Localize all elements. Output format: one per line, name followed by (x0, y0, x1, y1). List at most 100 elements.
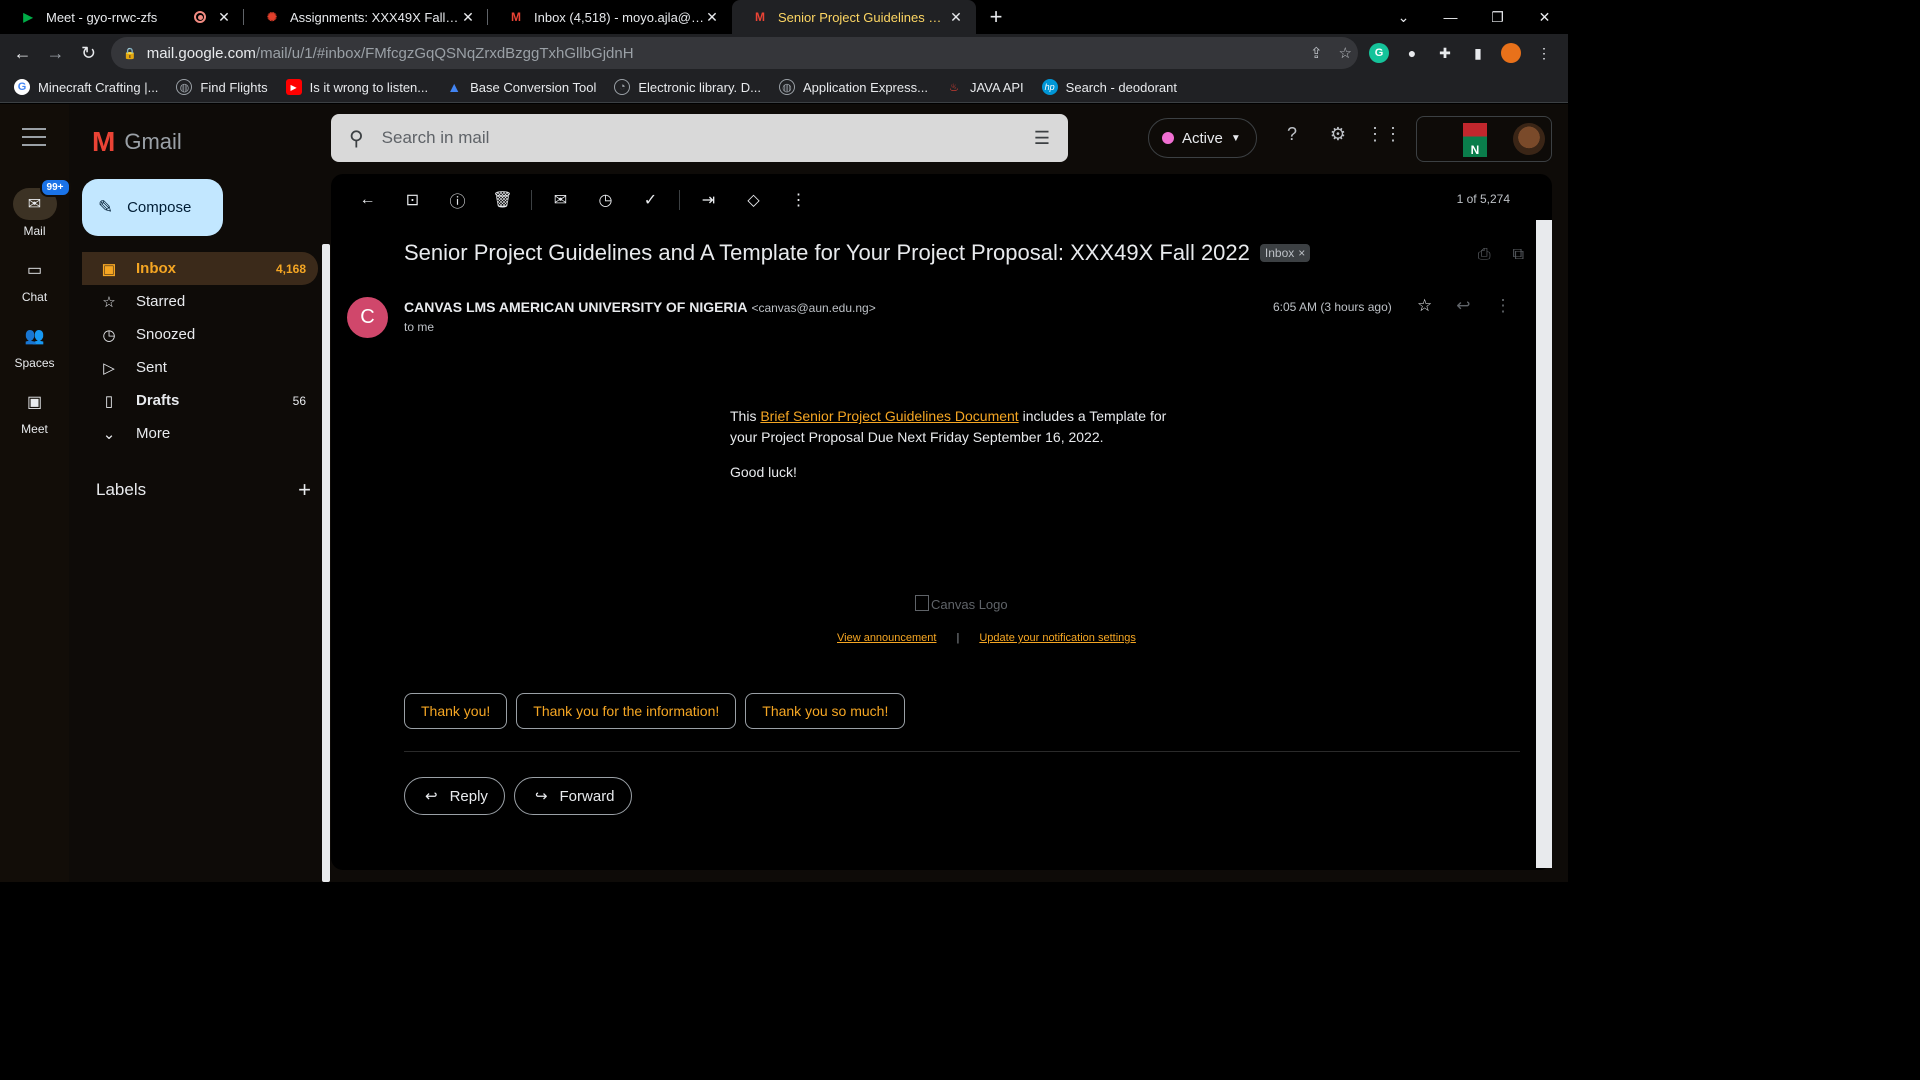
bookmark-label: JAVA API (969, 79, 1024, 95)
compose-button[interactable]: ✎ Compose (82, 179, 223, 236)
bookmark-item[interactable]: ♨ JAVA API (946, 79, 1024, 95)
print-icon[interactable]: ⎙ (1478, 246, 1491, 264)
bookmark-item[interactable]: ▶ Is it wrong to listen... (285, 79, 428, 95)
rail-mail[interactable]: ✉ 99+ Mail (0, 178, 71, 238)
sender-avatar[interactable]: C (347, 297, 388, 338)
close-tab-icon[interactable]: ✕ (460, 9, 476, 26)
message-panel: ← ⊡ ⓘ 🗑 ✉ ◷ ✓ ⇥ ◇ ⋮ 1 of 5,274 Senior Pr… (331, 174, 1552, 870)
notification-settings-link[interactable]: Update your notification settings (979, 632, 1136, 644)
tab-inbox[interactable]: M Inbox (4,518) - moyo.ajla@gmail.com ✕ (488, 0, 732, 34)
bookmark-item[interactable]: ◍ Find Flights (176, 79, 268, 95)
guidelines-link[interactable]: Brief Senior Project Guidelines Document (760, 408, 1018, 424)
share-icon[interactable]: ⇪ (1310, 44, 1323, 62)
back-icon[interactable]: ← (6, 37, 39, 70)
apps-grid-icon[interactable]: ⋮⋮ (1366, 122, 1402, 146)
google-icon: G (14, 79, 30, 95)
bookmark-item[interactable]: ◍ Application Express... (778, 79, 928, 95)
add-task-icon[interactable]: ✓ (628, 184, 673, 216)
sender-name[interactable]: CANVAS LMS AMERICAN UNIVERSITY OF NIGERI… (404, 299, 748, 315)
close-tab-icon[interactable]: ✕ (216, 9, 232, 26)
sidebar-scrollbar[interactable] (322, 244, 330, 882)
help-icon[interactable]: ? (1280, 122, 1304, 146)
report-spam-icon[interactable]: ⓘ (435, 184, 480, 216)
bookmark-item[interactable]: G Minecraft Crafting |... (14, 79, 158, 95)
avatar[interactable] (1513, 123, 1545, 155)
search-options-icon[interactable]: ☰ (1034, 128, 1050, 149)
bookmark-item[interactable]: ▲ Base Conversion Tool (446, 79, 596, 95)
nav-more[interactable]: ⌄ More (82, 417, 318, 450)
reply-button[interactable]: ↩ Reply (404, 777, 505, 815)
tab-search-icon[interactable]: ⌄ (1380, 0, 1427, 34)
minimize-icon[interactable]: — (1427, 0, 1474, 34)
main-menu-icon[interactable] (22, 128, 46, 146)
label-icon[interactable]: ◇ (731, 184, 776, 216)
subject-icons: ⎙ ⧉ (1478, 246, 1524, 264)
back-to-inbox-icon[interactable]: ← (345, 184, 390, 216)
smart-reply-button[interactable]: Thank you so much! (745, 693, 906, 729)
star-icon[interactable]: ☆ (1417, 296, 1432, 316)
reply-divider (404, 751, 1520, 752)
restore-icon[interactable]: ❐ (1474, 0, 1521, 34)
gmail-icon: M (511, 10, 521, 24)
nav-sent[interactable]: ▷ Sent (82, 351, 318, 384)
forward-icon[interactable]: → (39, 37, 72, 70)
label-chip[interactable]: Inbox × (1259, 244, 1311, 262)
smart-reply-button[interactable]: Thank you for the information! (516, 693, 737, 729)
mark-unread-icon[interactable]: ✉ (538, 184, 583, 216)
url-field[interactable]: 🔒 mail.google.com/mail/u/1/#inbox/FMfcgz… (111, 37, 1358, 69)
gmail-app: ✉ 99+ Mail ▭ Chat 👥 Spaces ▣ Meet M Gmail… (0, 104, 1568, 882)
nav-starred[interactable]: ☆ Starred (82, 285, 318, 318)
hp-icon: hp (1041, 79, 1058, 95)
sender-email: <canvas@aun.edu.ng> (751, 301, 876, 315)
delete-icon[interactable]: 🗑 (480, 184, 525, 216)
snooze-icon[interactable]: ◷ (583, 184, 628, 216)
video-icon: ▣ (26, 394, 43, 411)
bookmark-item[interactable]: hp Search - deodorant (1041, 79, 1177, 95)
smart-reply-button[interactable]: Thank you! (404, 693, 508, 729)
nav-label: Snoozed (136, 326, 196, 343)
puzzle-icon[interactable]: ✚ (1435, 43, 1455, 63)
status-dropdown[interactable]: Active ▼ (1148, 118, 1257, 158)
bookmark-label: Search - deodorant (1065, 79, 1177, 95)
grammarly-icon[interactable]: G (1369, 43, 1389, 63)
gear-icon[interactable]: ⚙ (1326, 122, 1350, 146)
search-input[interactable]: Search in mail (382, 128, 1034, 148)
remove-label-icon[interactable]: × (1298, 246, 1305, 260)
more-vert-icon[interactable]: ⋮ (1495, 296, 1512, 316)
mouse-extension-icon[interactable]: ● (1402, 43, 1422, 63)
close-tab-icon[interactable]: ✕ (704, 9, 720, 26)
reload-icon[interactable]: ↻ (72, 37, 105, 70)
side-panel-icon[interactable]: ▮ (1468, 43, 1488, 63)
rail-chat[interactable]: ▭ Chat (0, 254, 69, 304)
search-icon[interactable]: ⚲ (349, 126, 364, 151)
move-to-icon[interactable]: ⇥ (686, 184, 731, 216)
reply-icon[interactable]: ↩ (1456, 296, 1470, 316)
bookmark-star-icon[interactable]: ☆ (1339, 44, 1352, 62)
nav-drafts[interactable]: ▯ Drafts 56 (82, 384, 318, 417)
recipients-toggle[interactable]: to me (404, 320, 434, 334)
tab-meet[interactable]: ▶ Meet - gyo-rrwc-zfs ✕ (0, 0, 244, 34)
profile-avatar[interactable] (1501, 43, 1521, 63)
rail-spaces[interactable]: 👥 Spaces (0, 320, 69, 370)
forward-button[interactable]: ↪ Forward (513, 777, 632, 815)
view-announcement-link[interactable]: View announcement (837, 632, 936, 644)
gmail-logo[interactable]: M Gmail (92, 126, 182, 158)
search-bar[interactable]: ⚲ Search in mail ☰ (331, 114, 1068, 162)
nav-snoozed[interactable]: ◷ Snoozed (82, 318, 318, 351)
more-options-icon[interactable]: ⋮ (776, 184, 821, 216)
triangle-icon: ▲ (447, 79, 462, 95)
nav-inbox[interactable]: ▣ Inbox 4,168 (82, 252, 318, 285)
add-label-icon[interactable]: + (298, 477, 311, 503)
menu-dots-icon[interactable]: ⋮ (1534, 43, 1554, 63)
bookmark-item[interactable]: ◔ Electronic library. D... (614, 79, 761, 95)
close-tab-icon[interactable]: ✕ (948, 9, 964, 26)
tab-senior-project[interactable]: M Senior Project Guidelines and A Templa… (732, 0, 976, 34)
rail-meet[interactable]: ▣ Meet (0, 386, 69, 436)
close-window-icon[interactable]: ✕ (1521, 0, 1568, 34)
new-tab-button[interactable]: + (976, 0, 1016, 34)
message-scrollbar[interactable] (1536, 220, 1552, 868)
open-new-window-icon[interactable]: ⧉ (1513, 246, 1524, 264)
account-area[interactable]: N (1416, 116, 1552, 162)
tab-assignments[interactable]: ✺ Assignments: XXX49X Fall 2022 ✕ (244, 0, 488, 34)
archive-icon[interactable]: ⊡ (390, 184, 435, 216)
